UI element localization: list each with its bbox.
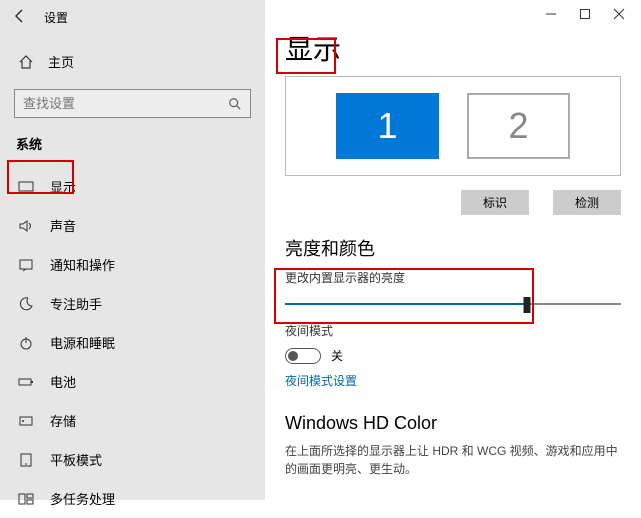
close-button[interactable] [611, 6, 627, 22]
notification-icon [18, 257, 34, 273]
sidebar-item-focus[interactable]: 专注助手 [14, 284, 251, 323]
identify-button[interactable]: 标识 [461, 190, 529, 215]
sidebar-item-label: 声音 [50, 216, 76, 235]
sidebar-item-battery[interactable]: 电池 [14, 362, 251, 401]
sidebar-item-label: 多任务处理 [50, 489, 115, 508]
section-label: 系统 [14, 134, 251, 153]
sidebar-item-notifications[interactable]: 通知和操作 [14, 245, 251, 284]
sidebar-item-storage[interactable]: 存储 [14, 401, 251, 440]
sidebar-item-sound[interactable]: 声音 [14, 206, 251, 245]
sidebar-item-display[interactable]: 显示 [14, 167, 251, 206]
home-icon [18, 54, 34, 70]
night-light-label: 夜间模式 [285, 322, 621, 339]
hd-color-title: Windows HD Color [285, 413, 621, 434]
maximize-button[interactable] [577, 6, 593, 22]
power-icon [18, 335, 34, 351]
battery-icon [18, 374, 34, 390]
sidebar-item-label: 电池 [50, 372, 76, 391]
brightness-slider[interactable] [285, 294, 621, 314]
moon-icon [18, 296, 34, 312]
monitor-icon [18, 179, 34, 195]
multitask-icon [18, 491, 34, 507]
app-title: 设置 [44, 9, 68, 26]
sidebar-item-label: 显示 [50, 177, 76, 196]
home-label: 主页 [48, 52, 74, 71]
search-field[interactable] [23, 96, 213, 111]
search-input[interactable] [14, 89, 251, 118]
storage-icon [18, 413, 34, 429]
sidebar-item-multitask[interactable]: 多任务处理 [14, 479, 251, 518]
sidebar-item-label: 平板模式 [50, 450, 102, 469]
night-light-settings-link[interactable]: 夜间模式设置 [285, 372, 621, 389]
brightness-section-title: 亮度和颜色 [285, 235, 621, 261]
sidebar-item-tablet[interactable]: 平板模式 [14, 440, 251, 479]
sidebar-item-label: 存储 [50, 411, 76, 430]
brightness-label: 更改内置显示器的亮度 [285, 269, 621, 286]
page-title: 显示 [285, 28, 341, 68]
night-light-toggle[interactable] [285, 348, 321, 364]
toggle-state: 关 [331, 347, 343, 364]
minimize-button[interactable] [543, 6, 559, 22]
sidebar-item-label: 专注助手 [50, 294, 102, 313]
detect-button[interactable]: 检测 [553, 190, 621, 215]
sidebar-item-power[interactable]: 电源和睡眠 [14, 323, 251, 362]
monitor-2[interactable]: 2 [467, 93, 570, 159]
sidebar-item-label: 通知和操作 [50, 255, 115, 274]
monitor-arrangement[interactable]: 1 2 [285, 76, 621, 176]
home-row[interactable]: 主页 [14, 46, 251, 77]
back-icon[interactable] [12, 8, 30, 26]
speaker-icon [18, 218, 34, 234]
hd-color-desc: 在上面所选择的显示器上让 HDR 和 WCG 视频、游戏和应用中的画面更明亮、更… [285, 442, 621, 478]
monitor-1[interactable]: 1 [336, 93, 439, 159]
search-icon [228, 97, 242, 111]
tablet-icon [18, 452, 34, 468]
sidebar-item-label: 电源和睡眠 [50, 333, 115, 352]
